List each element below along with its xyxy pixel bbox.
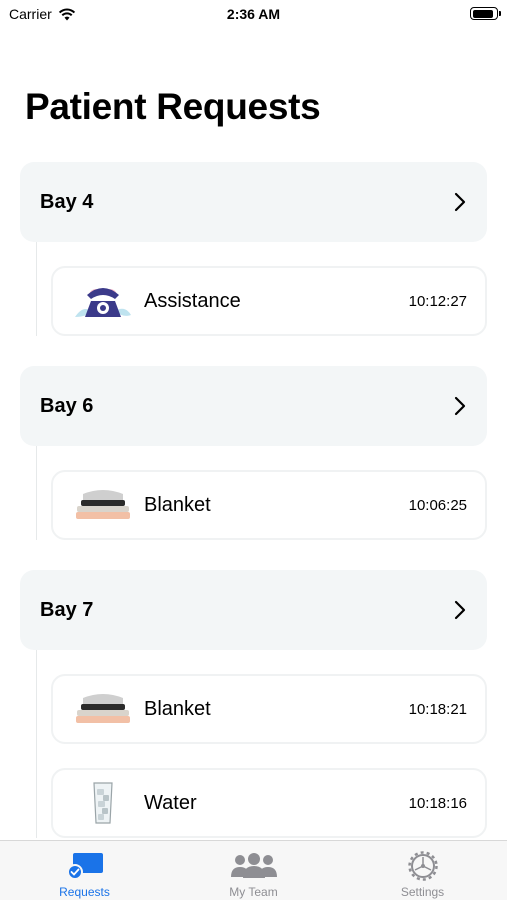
- bay-group: Bay 4 Assistance 10:12:27: [0, 162, 507, 336]
- request-item-label: Assistance: [144, 289, 241, 312]
- request-row[interactable]: Assistance 10:12:27: [51, 266, 487, 336]
- bay-header[interactable]: Bay 4: [20, 162, 487, 242]
- screen: Carrier 2:36 AM Patient Requests Bay 4 A…: [0, 0, 507, 900]
- blanket-icon: [73, 688, 133, 730]
- tree-connector: [36, 446, 37, 540]
- settings-gear-icon: [397, 850, 449, 882]
- bay-header[interactable]: Bay 7: [20, 570, 487, 650]
- battery-fill: [472, 9, 494, 18]
- bay-label: Bay 6: [40, 394, 94, 417]
- tab-label: Requests: [59, 885, 110, 899]
- bay-label: Bay 7: [40, 598, 94, 621]
- tab-my-team[interactable]: My Team: [169, 841, 338, 900]
- tree-connector: [36, 650, 37, 838]
- water-glass-icon: [73, 782, 133, 824]
- tab-label: My Team: [229, 885, 278, 899]
- chevron-right-icon[interactable]: [453, 599, 467, 621]
- tab-settings[interactable]: Settings: [338, 841, 507, 900]
- blanket-icon: [73, 484, 133, 526]
- battery-icon: [470, 7, 501, 20]
- request-list: Bay 4 Assistance 10:12:27 Bay 6 Blanket …: [0, 162, 507, 868]
- clock: 2:36 AM: [226, 6, 281, 22]
- request-time: 10:12:27: [408, 292, 467, 310]
- requests-icon: [59, 850, 111, 882]
- request-item-label: Water: [144, 791, 197, 814]
- page-title: Patient Requests: [25, 86, 321, 127]
- chevron-right-icon[interactable]: [453, 191, 467, 213]
- request-item-label: Blanket: [144, 697, 211, 720]
- team-icon: [228, 850, 280, 882]
- chevron-right-icon[interactable]: [453, 395, 467, 417]
- bay-group: Bay 6 Blanket 10:06:25: [0, 366, 507, 540]
- request-time: 10:18:16: [408, 794, 467, 812]
- tree-connector: [36, 242, 37, 336]
- request-time: 10:06:25: [408, 496, 467, 514]
- request-row[interactable]: Blanket 10:06:25: [51, 470, 487, 540]
- telephone-icon: [73, 280, 133, 322]
- request-item-label: Blanket: [144, 493, 211, 516]
- bay-group: Bay 7 Blanket 10:18:21 Water 10:18:16: [0, 570, 507, 838]
- tab-label: Settings: [400, 885, 445, 899]
- bay-label: Bay 4: [40, 190, 94, 213]
- request-row[interactable]: Water 10:18:16: [51, 768, 487, 838]
- status-bar: Carrier 2:36 AM: [0, 0, 507, 30]
- request-row[interactable]: Blanket 10:18:21: [51, 674, 487, 744]
- request-time: 10:18:21: [408, 700, 467, 718]
- tab-bar: Requests My Team Settings: [0, 840, 507, 900]
- bay-header[interactable]: Bay 6: [20, 366, 487, 446]
- tab-requests[interactable]: Requests: [0, 841, 169, 900]
